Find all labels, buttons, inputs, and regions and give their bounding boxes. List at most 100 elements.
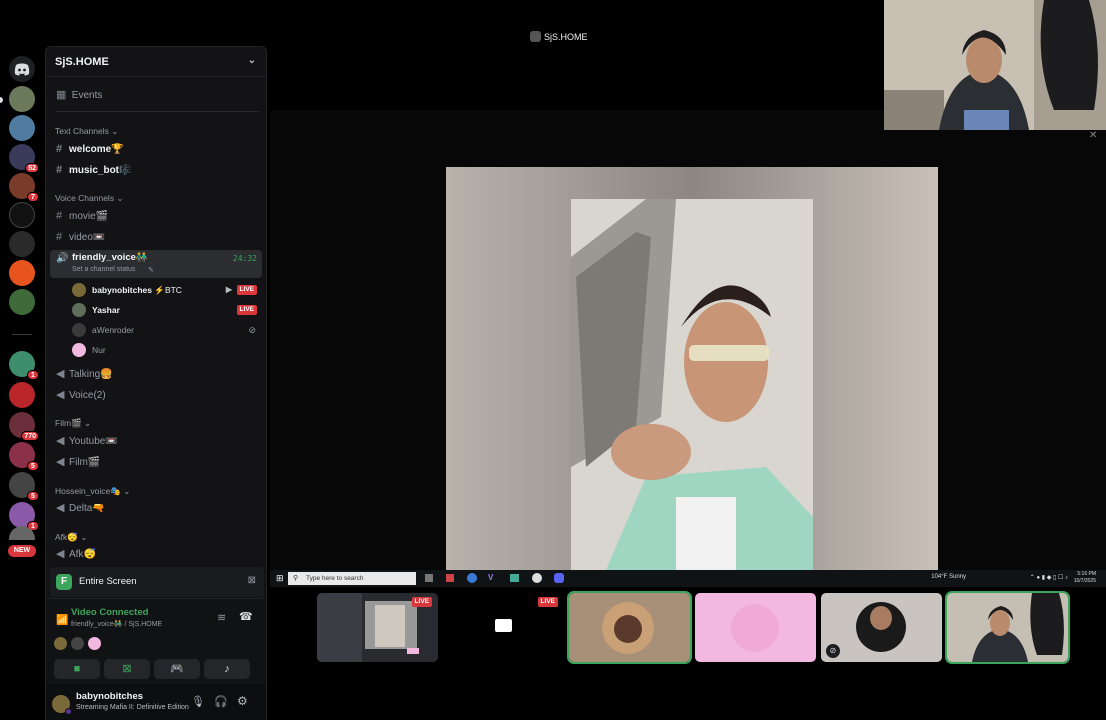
activities-button[interactable]: 🎮: [154, 659, 200, 679]
category-text-channels[interactable]: Text Channels ⌄: [55, 126, 118, 137]
camera-thumbnail: [947, 593, 1068, 662]
server-icon[interactable]: [9, 382, 35, 408]
screen-share-button[interactable]: ⊠: [104, 659, 150, 679]
server-icon[interactable]: 5: [9, 472, 39, 501]
server-icon[interactable]: [9, 260, 35, 286]
avatar-face: [614, 615, 642, 643]
microphone-icon[interactable]: 🎙: [191, 695, 205, 708]
deafened-icon: ⊘: [248, 325, 256, 335]
weather-text: 104°F Sunny: [931, 574, 966, 580]
category-film[interactable]: Film🎬 ⌄: [55, 418, 91, 429]
new-badge: NEW: [8, 545, 36, 557]
channel-delta[interactable]: ◀ Delta🔫: [50, 499, 262, 518]
server-icon[interactable]: 7: [9, 173, 39, 202]
server-icon[interactable]: 1: [9, 502, 39, 531]
channel-music-bot[interactable]: # music_bot🎼: [50, 161, 262, 180]
screen-share-panel[interactable]: F Entire Screen ⊠: [50, 567, 264, 597]
pencil-icon[interactable]: ✎: [148, 266, 154, 274]
noise-suppression-icon[interactable]: ≋: [217, 611, 226, 624]
active-voice-channel[interactable]: 🔊 friendly_voice👬 Set a channel status ✎…: [50, 250, 262, 278]
stop-share-icon[interactable]: ⊠: [248, 575, 256, 586]
camera-frame: [884, 0, 1106, 130]
hash-icon: #: [56, 164, 63, 176]
server-icon[interactable]: 5: [9, 442, 39, 471]
signal-icon[interactable]: 📶: [56, 615, 68, 626]
gear-icon[interactable]: ⚙: [237, 694, 248, 708]
server-rail: 52 7 1 770 5 5 1: [0, 44, 44, 720]
events-link[interactable]: ▦ Events: [50, 86, 262, 105]
voice-user[interactable]: aWenroder ⊘: [72, 321, 262, 339]
taskbar-app-icon: [554, 573, 564, 583]
server-icon[interactable]: [9, 289, 35, 315]
channel-afk[interactable]: ◀ Afk😴: [50, 545, 262, 564]
live-badge: LIVE: [537, 597, 558, 607]
channel-movie[interactable]: # movie🎬: [50, 207, 262, 226]
category-afk[interactable]: Afk😴 ⌄: [55, 532, 87, 543]
category-voice-channels[interactable]: Voice Channels ⌄: [55, 193, 124, 204]
screen-share-label: Entire Screen: [79, 576, 137, 587]
taskbar-search: ⚲ Type here to search: [288, 572, 416, 585]
speaker-icon: ◀: [56, 548, 65, 560]
mention-badge: 5: [27, 491, 39, 501]
speaker-icon: ◀: [56, 502, 65, 514]
self-camera-preview[interactable]: [884, 0, 1106, 130]
stage-title: SjS.HOME: [530, 31, 588, 42]
server-icon[interactable]: 1: [9, 351, 39, 380]
channel-welcome[interactable]: # welcome🏆: [50, 140, 262, 159]
windows-start-icon: ⊞: [276, 573, 284, 583]
channel-talking[interactable]: ◀ Talking🍔: [50, 365, 262, 384]
soundboard-button[interactable]: ♪: [204, 659, 250, 679]
server-icon[interactable]: 52: [9, 144, 39, 173]
server-icon[interactable]: [9, 231, 35, 257]
channel-sidebar: SjS.HOME ⌄ ▦ Events Text Channels ⌄ # wel…: [45, 46, 267, 720]
stream-tile[interactable]: LIVE: [443, 593, 564, 662]
disconnect-icon[interactable]: ☎: [239, 610, 253, 623]
server-header[interactable]: SjS.HOME ⌄: [46, 47, 266, 77]
voice-user[interactable]: babynobitches ⚡BTC ▶ LIVE: [72, 281, 262, 299]
avatar-face: [870, 606, 892, 630]
headphones-icon[interactable]: 🎧: [214, 695, 228, 708]
stream-tile[interactable]: LIVE: [317, 593, 438, 662]
voice-user[interactable]: Nur: [72, 341, 262, 359]
avatar: [72, 303, 86, 317]
mention-badge: 1: [27, 370, 39, 380]
tray-icons: ⌃ ● ▮ ◆ ▯ ☐ ♪: [1029, 575, 1068, 581]
taskbar-app-icon: [510, 574, 519, 582]
speaker-icon: ◀: [56, 368, 65, 380]
taskbar-app-icon: [425, 574, 433, 582]
hash-icon: #: [56, 210, 63, 222]
close-icon[interactable]: ✕: [1089, 130, 1101, 142]
discord-home-icon[interactable]: [9, 56, 35, 82]
hash-icon: #: [56, 231, 63, 243]
username: babynobitches: [76, 691, 144, 702]
speaker-icon: ◀: [56, 435, 65, 447]
category-hossein-voice[interactable]: Hossein_voice🎭 ⌄: [55, 486, 130, 497]
participant-tile[interactable]: ⊘: [821, 593, 942, 662]
voice-location[interactable]: friendly_voice👬 / SjS.HOME: [71, 620, 162, 628]
server-icon[interactable]: [9, 86, 35, 112]
channel-status[interactable]: Set a channel status: [72, 266, 135, 273]
participant-tile[interactable]: [567, 591, 692, 664]
server-icon: [530, 31, 541, 42]
participant-tile[interactable]: [695, 593, 816, 662]
channel-youtube[interactable]: ◀ Youtube📼: [50, 432, 262, 451]
server-icon[interactable]: 770: [9, 412, 39, 441]
channel-film[interactable]: ◀ Film🎬: [50, 453, 262, 472]
mention-badge: 5: [27, 461, 39, 471]
voice-user[interactable]: Yashar LIVE: [72, 301, 262, 319]
unread-pip: [0, 97, 3, 103]
channel-voice-2[interactable]: ◀ Voice(2): [50, 386, 262, 405]
avatar: [72, 323, 86, 337]
channel-video[interactable]: # video📼: [50, 228, 262, 247]
server-icon[interactable]: [9, 115, 35, 141]
participant-tile[interactable]: [945, 591, 1070, 664]
divider: [55, 111, 259, 112]
status-dot: [65, 708, 72, 715]
events-label: Events: [71, 90, 103, 101]
taskbar-app-icon: [467, 573, 477, 583]
live-badge: LIVE: [236, 305, 257, 315]
server-icon[interactable]: [9, 202, 35, 228]
camera-button[interactable]: ■: [54, 659, 100, 679]
chevron-down-icon: ⌄: [247, 55, 256, 66]
stream-video[interactable]: [446, 167, 938, 570]
